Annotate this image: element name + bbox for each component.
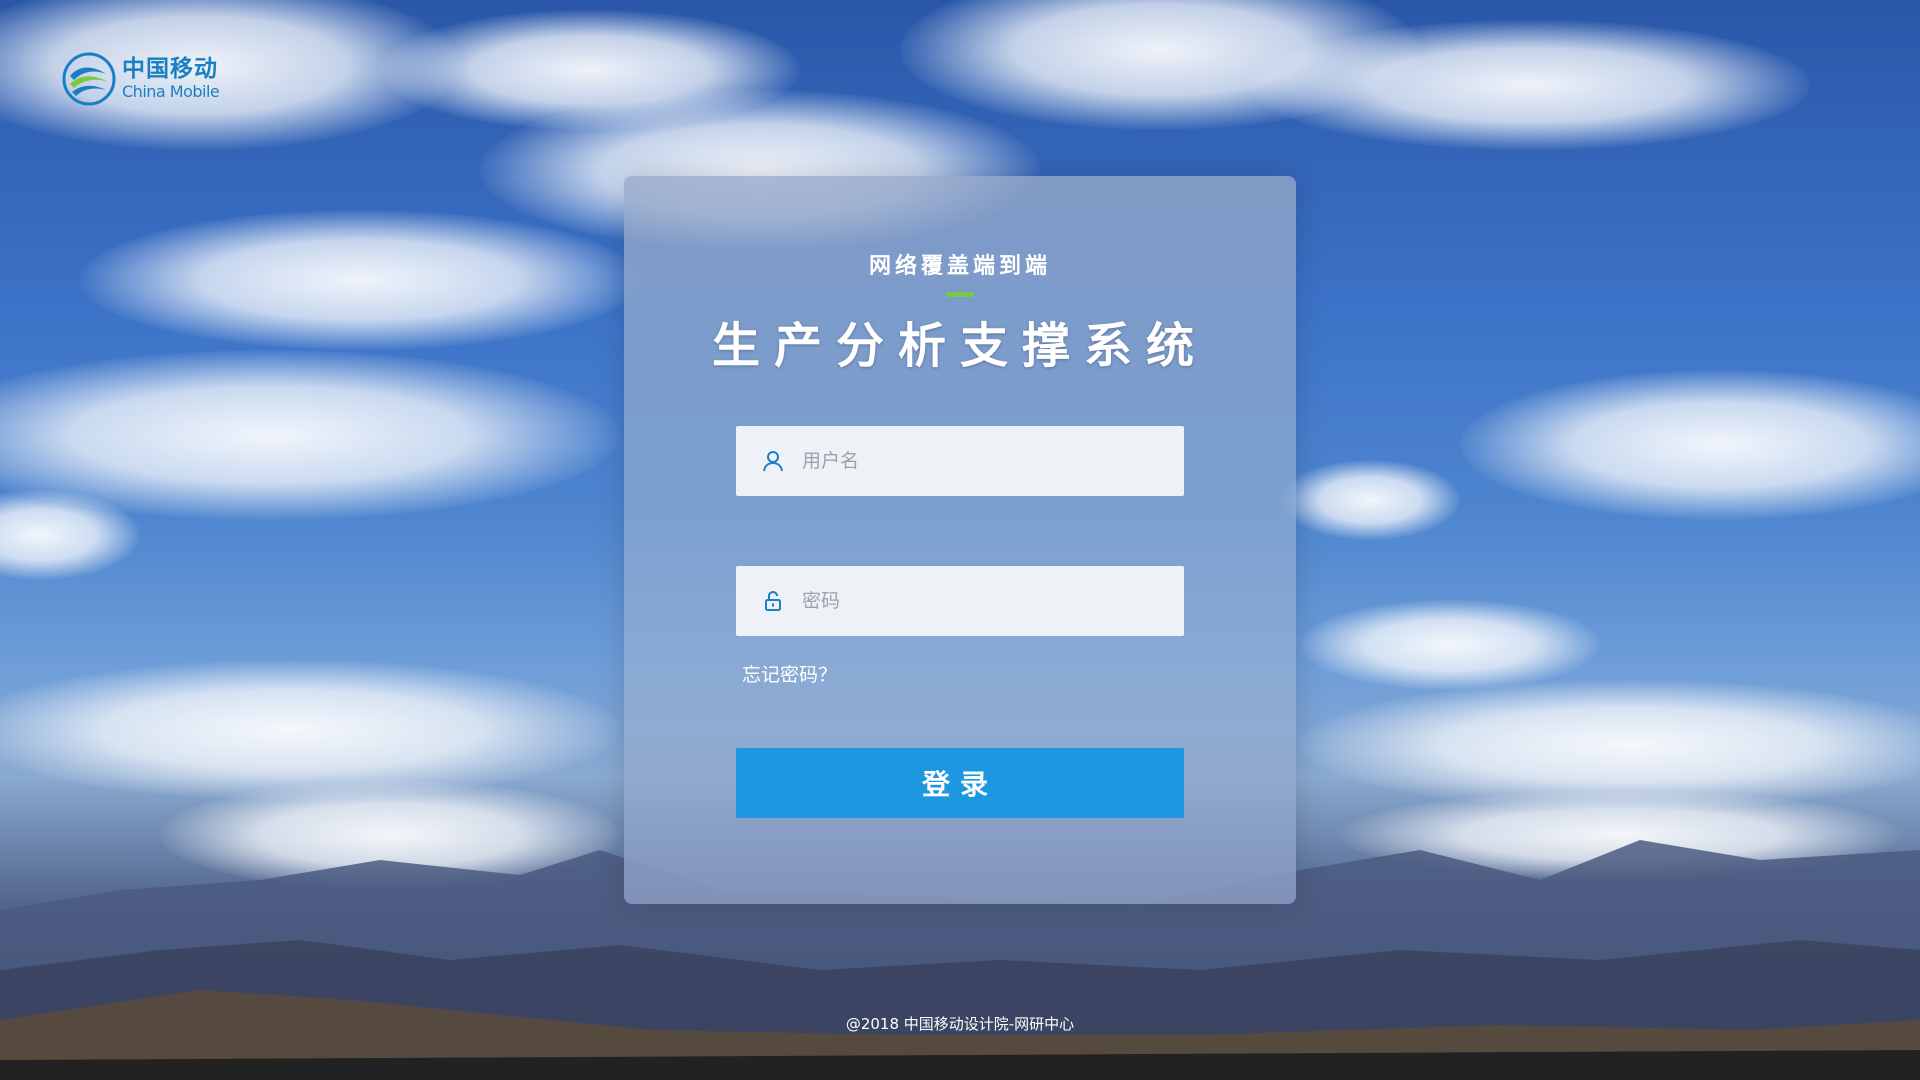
title-accent-bar: [946, 292, 974, 297]
system-subtitle: 网络覆盖端到端: [868, 254, 1051, 279]
forgot-password-link[interactable]: 忘记密码？: [742, 660, 837, 687]
password-field[interactable]: [736, 566, 1184, 636]
cloud: [0, 350, 620, 520]
cloud: [80, 210, 640, 350]
username-input[interactable]: [800, 449, 1164, 473]
cloud: [1280, 460, 1460, 540]
lock-icon: [762, 590, 784, 612]
cloud: [1300, 600, 1600, 690]
china-mobile-logo-icon: [62, 52, 116, 106]
system-title: 生产分析支撑系统: [711, 318, 1208, 374]
username-field[interactable]: [736, 426, 1184, 496]
brand-name-en: China Mobile: [122, 82, 220, 101]
brand-name-cn: 中国移动: [122, 56, 218, 82]
cloud: [1460, 370, 1920, 520]
brand-text: 中国移动 China Mobile: [122, 56, 220, 101]
login-button[interactable]: 登录: [736, 748, 1184, 818]
password-input[interactable]: [800, 589, 1164, 613]
brand-logo: 中国移动 China Mobile: [62, 52, 220, 106]
cloud: [1250, 20, 1810, 150]
cloud: [0, 660, 620, 800]
user-icon: [762, 450, 784, 472]
login-panel: 网络覆盖端到端 生产分析支撑系统 忘记密码？ 登录: [624, 176, 1296, 904]
footer-copyright: @2018 中国移动设计院-网研中心: [845, 1015, 1075, 1033]
